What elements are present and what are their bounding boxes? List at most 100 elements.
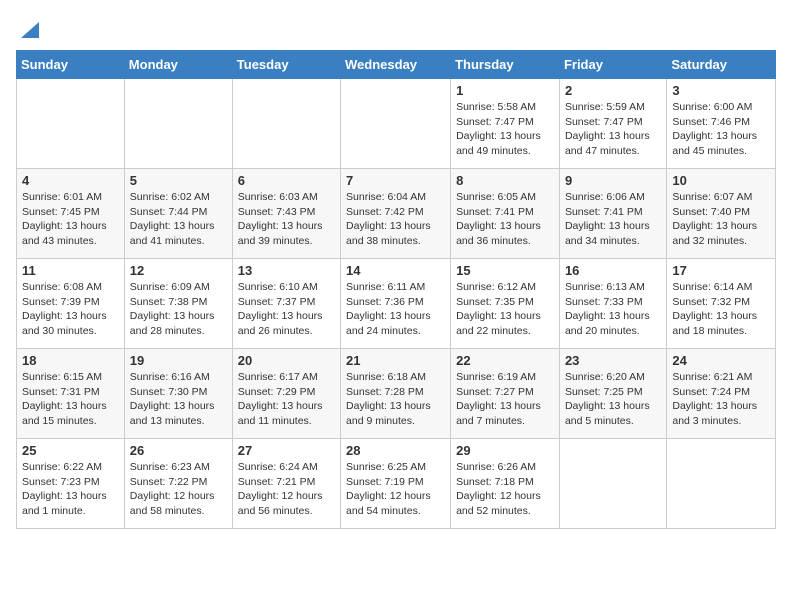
weekday-header: Monday [124,51,232,79]
calendar-cell: 24 Sunrise: 6:21 AMSunset: 7:24 PMDayligh… [667,349,776,439]
day-number: 11 [22,263,119,278]
day-info: Sunrise: 6:16 AMSunset: 7:30 PMDaylight:… [130,370,227,429]
calendar-cell [559,439,666,529]
day-number: 27 [238,443,335,458]
calendar-week-row: 11 Sunrise: 6:08 AMSunset: 7:39 PMDayligh… [17,259,776,349]
day-number: 16 [565,263,661,278]
day-info: Sunrise: 6:04 AMSunset: 7:42 PMDaylight:… [346,190,445,249]
calendar-cell [667,439,776,529]
calendar-cell: 6 Sunrise: 6:03 AMSunset: 7:43 PMDaylight… [232,169,340,259]
day-info: Sunrise: 6:14 AMSunset: 7:32 PMDaylight:… [672,280,770,339]
day-number: 2 [565,83,661,98]
calendar-cell: 20 Sunrise: 6:17 AMSunset: 7:29 PMDayligh… [232,349,340,439]
calendar-cell: 17 Sunrise: 6:14 AMSunset: 7:32 PMDayligh… [667,259,776,349]
day-info: Sunrise: 6:06 AMSunset: 7:41 PMDaylight:… [565,190,661,249]
day-number: 5 [130,173,227,188]
day-number: 10 [672,173,770,188]
calendar-cell [124,79,232,169]
day-number: 12 [130,263,227,278]
calendar-cell [17,79,125,169]
calendar-cell: 26Sunrise: 6:23 AMSunset: 7:22 PMDayligh… [124,439,232,529]
calendar-cell: 8 Sunrise: 6:05 AMSunset: 7:41 PMDaylight… [451,169,560,259]
day-info: Sunrise: 6:25 AMSunset: 7:19 PMDaylight:… [346,460,445,519]
day-number: 24 [672,353,770,368]
day-number: 19 [130,353,227,368]
calendar-cell: 2 Sunrise: 5:59 AMSunset: 7:47 PMDaylight… [559,79,666,169]
day-info: Sunrise: 6:03 AMSunset: 7:43 PMDaylight:… [238,190,335,249]
day-info: Sunrise: 6:12 AMSunset: 7:35 PMDaylight:… [456,280,554,339]
calendar-week-row: 1Sunrise: 5:58 AMSunset: 7:47 PMDaylight… [17,79,776,169]
logo-icon [17,20,39,42]
day-info: Sunrise: 6:15 AMSunset: 7:31 PMDaylight:… [22,370,119,429]
day-number: 3 [672,83,770,98]
day-info: Sunrise: 6:10 AMSunset: 7:37 PMDaylight:… [238,280,335,339]
calendar-cell: 13 Sunrise: 6:10 AMSunset: 7:37 PMDayligh… [232,259,340,349]
weekday-header: Wednesday [341,51,451,79]
day-number: 17 [672,263,770,278]
day-number: 20 [238,353,335,368]
day-number: 23 [565,353,661,368]
day-number: 14 [346,263,445,278]
weekday-header: Thursday [451,51,560,79]
calendar-cell: 3 Sunrise: 6:00 AMSunset: 7:46 PMDaylight… [667,79,776,169]
day-number: 4 [22,173,119,188]
header-row: SundayMondayTuesdayWednesdayThursdayFrid… [17,51,776,79]
day-info: Sunrise: 6:13 AMSunset: 7:33 PMDaylight:… [565,280,661,339]
day-info: Sunrise: 5:59 AMSunset: 7:47 PMDaylight:… [565,100,661,159]
calendar-week-row: 25 Sunrise: 6:22 AMSunset: 7:23 PMDayligh… [17,439,776,529]
calendar-cell: 18 Sunrise: 6:15 AMSunset: 7:31 PMDayligh… [17,349,125,439]
logo [16,20,39,42]
calendar-cell: 14 Sunrise: 6:11 AMSunset: 7:36 PMDayligh… [341,259,451,349]
day-number: 25 [22,443,119,458]
day-info: Sunrise: 6:19 AMSunset: 7:27 PMDaylight:… [456,370,554,429]
day-number: 8 [456,173,554,188]
calendar-cell: 5Sunrise: 6:02 AMSunset: 7:44 PMDaylight… [124,169,232,259]
calendar-cell: 19 Sunrise: 6:16 AMSunset: 7:30 PMDayligh… [124,349,232,439]
calendar-cell [232,79,340,169]
calendar-cell: 11 Sunrise: 6:08 AMSunset: 7:39 PMDayligh… [17,259,125,349]
calendar-cell: 23 Sunrise: 6:20 AMSunset: 7:25 PMDayligh… [559,349,666,439]
day-number: 7 [346,173,445,188]
weekday-header: Saturday [667,51,776,79]
calendar-cell: 28 Sunrise: 6:25 AMSunset: 7:19 PMDayligh… [341,439,451,529]
day-number: 29 [456,443,554,458]
day-number: 22 [456,353,554,368]
day-number: 6 [238,173,335,188]
day-number: 18 [22,353,119,368]
calendar-week-row: 4Sunrise: 6:01 AMSunset: 7:45 PMDaylight… [17,169,776,259]
calendar-cell: 1Sunrise: 5:58 AMSunset: 7:47 PMDaylight… [451,79,560,169]
calendar-week-row: 18 Sunrise: 6:15 AMSunset: 7:31 PMDayligh… [17,349,776,439]
calendar-cell: 22 Sunrise: 6:19 AMSunset: 7:27 PMDayligh… [451,349,560,439]
day-number: 13 [238,263,335,278]
day-info: Sunrise: 6:22 AMSunset: 7:23 PMDaylight:… [22,460,119,519]
calendar-cell: 21 Sunrise: 6:18 AMSunset: 7:28 PMDayligh… [341,349,451,439]
weekday-header: Friday [559,51,666,79]
calendar-cell: 29Sunrise: 6:26 AMSunset: 7:18 PMDayligh… [451,439,560,529]
calendar-cell: 27 Sunrise: 6:24 AMSunset: 7:21 PMDayligh… [232,439,340,529]
calendar-cell [341,79,451,169]
day-info: Sunrise: 6:00 AMSunset: 7:46 PMDaylight:… [672,100,770,159]
calendar-table: SundayMondayTuesdayWednesdayThursdayFrid… [16,50,776,529]
day-info: Sunrise: 6:09 AMSunset: 7:38 PMDaylight:… [130,280,227,339]
calendar-cell: 16 Sunrise: 6:13 AMSunset: 7:33 PMDayligh… [559,259,666,349]
calendar-cell: 4Sunrise: 6:01 AMSunset: 7:45 PMDaylight… [17,169,125,259]
day-info: Sunrise: 6:24 AMSunset: 7:21 PMDaylight:… [238,460,335,519]
page-header [16,16,776,42]
day-number: 15 [456,263,554,278]
day-number: 26 [130,443,227,458]
day-info: Sunrise: 6:18 AMSunset: 7:28 PMDaylight:… [346,370,445,429]
calendar-cell: 12 Sunrise: 6:09 AMSunset: 7:38 PMDayligh… [124,259,232,349]
day-info: Sunrise: 6:11 AMSunset: 7:36 PMDaylight:… [346,280,445,339]
day-number: 1 [456,83,554,98]
day-info: Sunrise: 6:21 AMSunset: 7:24 PMDaylight:… [672,370,770,429]
day-info: Sunrise: 6:05 AMSunset: 7:41 PMDaylight:… [456,190,554,249]
calendar-cell: 25 Sunrise: 6:22 AMSunset: 7:23 PMDayligh… [17,439,125,529]
calendar-cell: 7 Sunrise: 6:04 AMSunset: 7:42 PMDaylight… [341,169,451,259]
day-number: 28 [346,443,445,458]
day-number: 9 [565,173,661,188]
day-info: Sunrise: 6:20 AMSunset: 7:25 PMDaylight:… [565,370,661,429]
day-number: 21 [346,353,445,368]
day-info: Sunrise: 6:17 AMSunset: 7:29 PMDaylight:… [238,370,335,429]
day-info: Sunrise: 6:07 AMSunset: 7:40 PMDaylight:… [672,190,770,249]
day-info: Sunrise: 6:08 AMSunset: 7:39 PMDaylight:… [22,280,119,339]
